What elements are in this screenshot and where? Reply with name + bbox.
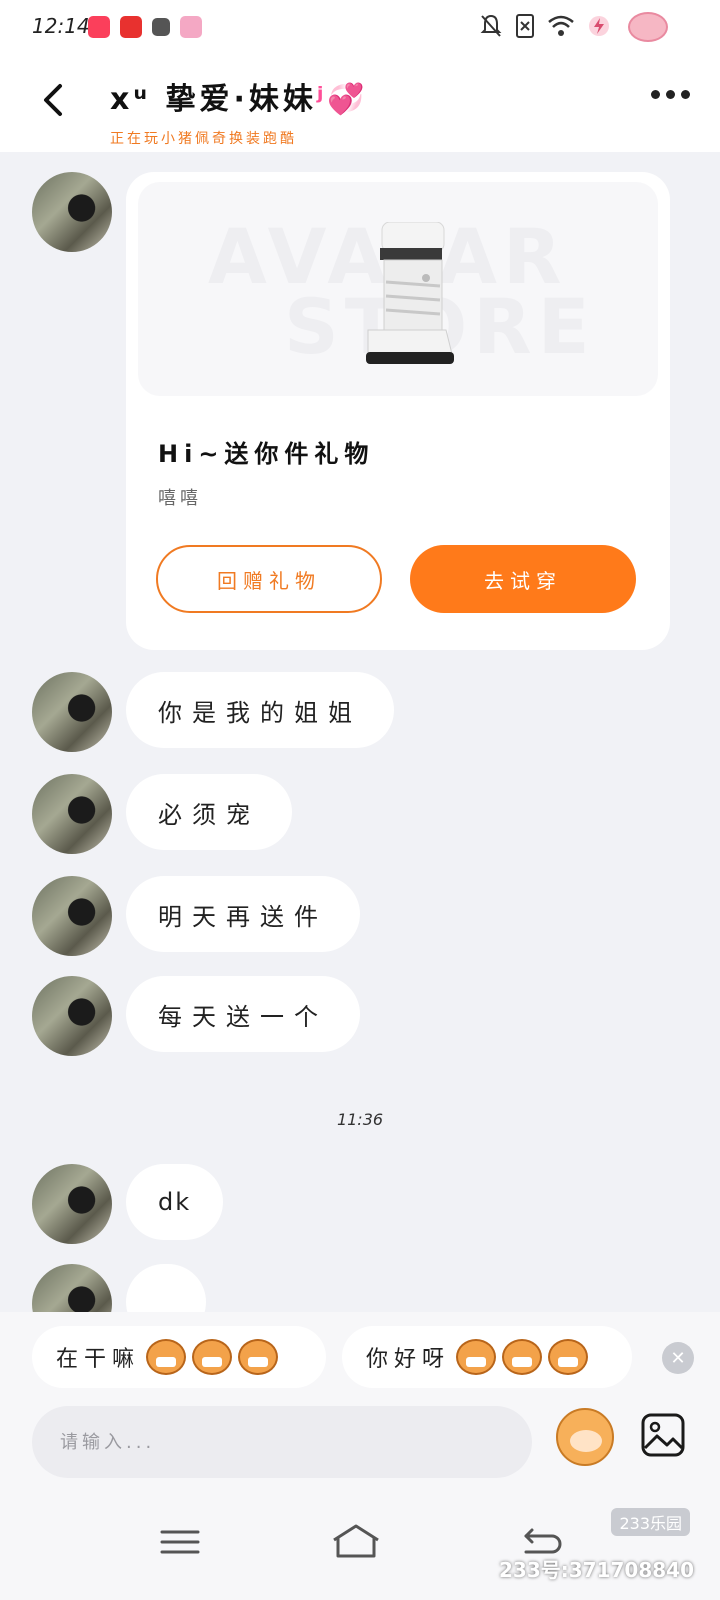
return-gift-button[interactable]: 回赠礼物	[156, 545, 382, 613]
system-nav-bar: 233乐园 233号:371708840	[0, 1488, 720, 1600]
message-input[interactable]	[32, 1406, 532, 1478]
grin-monkey-icon	[146, 1339, 187, 1375]
more-dot-icon	[666, 90, 675, 99]
more-dot-icon	[681, 90, 690, 99]
time-separator: 11:36	[336, 1110, 384, 1129]
watermark-id: 233号:371708840	[499, 1558, 694, 1582]
gallery-image-button[interactable]	[640, 1412, 686, 1458]
chat-title-block: xᵘ 挚爱·妹妹ʲ💞 正在玩小猪佩奇换装跑酷	[110, 74, 369, 148]
chat-title: xᵘ 挚爱·妹妹ʲ💞	[110, 74, 369, 118]
message-bubble[interactable]: 每天送一个	[126, 976, 360, 1052]
close-quick-reply-button[interactable]: ✕	[662, 1342, 694, 1374]
grin-monkey-icon	[502, 1339, 543, 1375]
chat-header: xᵘ 挚爱·妹妹ʲ💞 正在玩小猪佩奇换装跑酷	[0, 56, 720, 152]
notification-icons	[88, 16, 202, 38]
sim-x-icon	[516, 14, 534, 38]
red-app-icon	[120, 16, 142, 38]
emoji-mascot-button[interactable]	[556, 1408, 614, 1466]
message-bubble[interactable]: 必须宠	[126, 774, 292, 850]
menu-nav-button[interactable]	[156, 1518, 204, 1566]
more-dot-icon	[651, 90, 660, 99]
quick-reply-chip[interactable]: 你好呀	[342, 1326, 632, 1388]
grin-monkey-icon	[456, 1339, 497, 1375]
gift-image[interactable]: AVATAR STORE	[138, 182, 658, 396]
chat-title-suffix: ʲ💞	[316, 82, 369, 117]
input-bar	[0, 1392, 720, 1488]
gift-card: AVATAR STORE Hi~送你件礼物 嘻嘻 回赠礼物 去试穿	[126, 172, 670, 650]
status-bar: 12:14	[0, 0, 720, 56]
message-bubble-partial[interactable]	[126, 1264, 206, 1312]
grin-monkey-icon	[192, 1339, 233, 1375]
system-icons	[480, 14, 610, 38]
try-on-button[interactable]: 去试穿	[410, 545, 636, 613]
grin-monkey-icon	[548, 1339, 589, 1375]
watermark-badge: 233乐园	[611, 1508, 690, 1536]
home-nav-button[interactable]	[330, 1518, 382, 1566]
more-options-button[interactable]	[651, 90, 690, 99]
avatar[interactable]	[32, 172, 112, 252]
avatar[interactable]	[32, 976, 112, 1056]
avatar[interactable]	[32, 876, 112, 956]
bilibili-app-icon	[88, 16, 110, 38]
quick-reply-label: 你好呀	[366, 1347, 451, 1372]
mute-bell-icon	[480, 14, 502, 37]
message-bubble[interactable]: 明天再送件	[126, 876, 360, 952]
charging-icon	[589, 16, 609, 36]
quick-reply-label: 在干嘛	[56, 1347, 141, 1372]
game-app-icon	[180, 16, 202, 38]
pig-avatar-icon	[628, 12, 668, 42]
boot-item-image	[366, 222, 454, 364]
avatar[interactable]	[32, 1264, 112, 1312]
back-button[interactable]	[34, 78, 74, 122]
avatar[interactable]	[32, 774, 112, 854]
wifi-icon	[548, 15, 574, 36]
quick-reply-bar: 在干嘛 你好呀 ✕	[0, 1312, 720, 1392]
avatar[interactable]	[32, 1164, 112, 1244]
chat-subtitle: 正在玩小猪佩奇换装跑酷	[110, 131, 297, 147]
chat-title-name: xᵘ 挚爱·妹妹	[110, 82, 317, 117]
message-bubble[interactable]: 你是我的姐姐	[126, 672, 394, 748]
quick-reply-chip[interactable]: 在干嘛	[32, 1326, 326, 1388]
storage-icon	[152, 18, 170, 36]
message-bubble[interactable]: dk	[126, 1164, 224, 1240]
gift-subtext: 嘻嘻	[158, 488, 202, 509]
avatar[interactable]	[32, 672, 112, 752]
grin-monkey-icon	[238, 1339, 279, 1375]
gift-greeting: Hi~送你件礼物	[158, 440, 375, 468]
status-time: 12:14	[32, 14, 90, 38]
chat-message-list[interactable]: AVATAR STORE Hi~送你件礼物 嘻嘻 回赠礼物 去试穿 你是我的姐姐…	[0, 152, 720, 1312]
